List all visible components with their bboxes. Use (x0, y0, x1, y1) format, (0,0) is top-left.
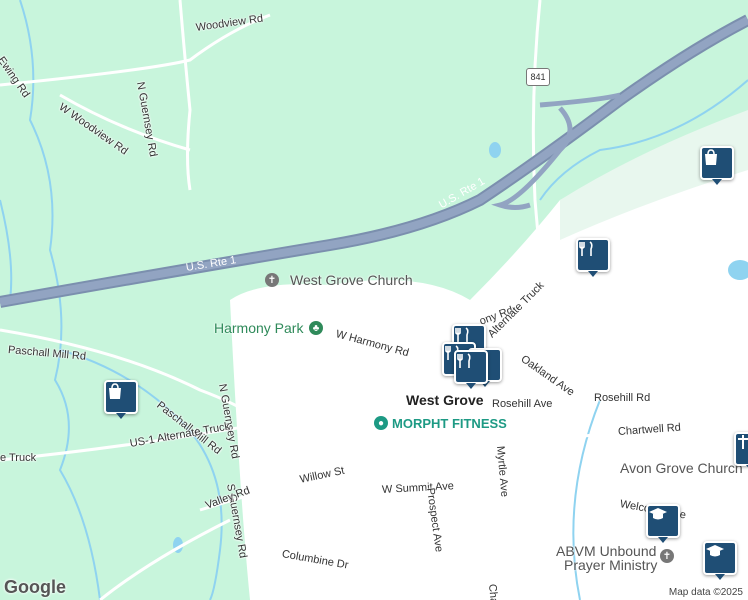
church-icon-abvm[interactable]: ✝ (660, 549, 674, 563)
church-pin-icon[interactable] (734, 432, 748, 471)
restaurant-icon-cluster-4[interactable] (454, 350, 488, 389)
shopping-bag-icon[interactable] (700, 146, 734, 185)
fitness-icon[interactable]: ● (374, 416, 388, 430)
poi-abvm-line2[interactable]: Prayer Ministry (564, 557, 657, 573)
poi-west-grove-church[interactable]: West Grove Church (290, 272, 413, 288)
google-logo: Google (4, 577, 66, 597)
route-841-shield: 841 (526, 68, 550, 86)
park-icon[interactable]: ♣ (309, 321, 323, 335)
place-label-west-grove[interactable]: West Grove (406, 393, 484, 407)
shopping-bag-icon-west[interactable] (104, 380, 138, 419)
poi-avon-grove-church[interactable]: Avon Grove Church (620, 460, 743, 476)
road-label-rosehill-rd: Rosehill Rd (594, 392, 651, 404)
road-label-rosehill-ave: Rosehill Ave (492, 398, 553, 410)
map-attribution[interactable]: Map data ©2025 (665, 587, 746, 598)
poi-harmony-park[interactable]: Harmony Park (214, 320, 303, 336)
school-icon[interactable] (646, 504, 680, 543)
poi-morpht-fitness[interactable]: MORPHT FITNESS (392, 416, 507, 431)
church-icon[interactable]: ✝ (265, 273, 279, 287)
school-icon-2[interactable] (703, 541, 737, 580)
pond (489, 142, 501, 158)
restaurant-icon[interactable] (576, 238, 610, 277)
road-label-truck-left: e Truck (0, 452, 37, 464)
map-canvas[interactable]: Woodview Rd Ewing Rd N Guernsey Rd W Woo… (0, 0, 748, 600)
